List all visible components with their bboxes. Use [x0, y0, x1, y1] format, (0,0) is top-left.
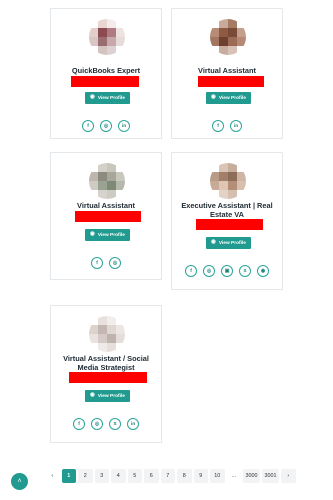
facebook-icon[interactable]: f [91, 257, 103, 269]
page-link[interactable]: 3001 [262, 469, 279, 483]
instagram-icon[interactable]: ◎ [109, 257, 121, 269]
social-links: f ◎ ▣ S ◉ [172, 265, 282, 277]
linkedin-icon[interactable]: in [118, 120, 130, 132]
view-profile-label: View Profile [218, 95, 246, 101]
social-links: f ◎ S in [51, 418, 161, 430]
profile-title: Virtual Assistant / Social Media Strateg… [63, 354, 149, 372]
pagination-prev[interactable]: ‹ [45, 469, 60, 483]
view-profile-label: View Profile [97, 232, 125, 238]
redacted-name [71, 76, 139, 87]
eye-icon: ◉ [211, 94, 216, 101]
skype-icon[interactable]: S [109, 418, 121, 430]
profile-card: QuickBooks Expert ◉ View Profile f ◎ in [50, 8, 162, 139]
view-profile-button[interactable]: ◉ View Profile [85, 390, 130, 402]
page-link[interactable]: 1 [61, 469, 76, 483]
skype-icon[interactable]: S [239, 265, 251, 277]
profile-card: Virtual Assistant / Social Media Strateg… [50, 305, 162, 443]
instagram-icon[interactable]: ◎ [91, 418, 103, 430]
profile-card: Virtual Assistant ◉ View Profile f ◎ [50, 152, 162, 280]
avatar[interactable] [89, 316, 125, 352]
view-profile-button[interactable]: ◉ View Profile [206, 237, 251, 249]
view-profile-label: View Profile [218, 240, 246, 246]
facebook-icon[interactable]: f [73, 418, 85, 430]
page-link[interactable]: 7 [160, 469, 175, 483]
redacted-name [198, 76, 264, 87]
page-link[interactable]: 3000 [243, 469, 260, 483]
page-link[interactable]: 5 [127, 469, 142, 483]
profile-card: Executive Assistant | Real Estate VA ◉ V… [171, 152, 283, 290]
avatar[interactable] [210, 163, 246, 199]
redacted-name [69, 372, 147, 383]
social-links: f ◎ in [51, 120, 161, 132]
avatar[interactable] [89, 163, 125, 199]
website-icon[interactable]: ◉ [257, 265, 269, 277]
profile-title: Virtual Assistant [77, 201, 135, 210]
instagram-icon[interactable]: ◎ [203, 265, 215, 277]
page-link[interactable]: 8 [177, 469, 192, 483]
profile-title: Virtual Assistant [198, 66, 256, 75]
profile-title: QuickBooks Expert [71, 66, 141, 75]
profile-title: Executive Assistant | Real Estate VA [181, 201, 273, 219]
pagination-ellipsis: ... [231, 473, 237, 479]
page-link[interactable]: 4 [111, 469, 126, 483]
page-link[interactable]: 2 [78, 469, 93, 483]
chevron-up-icon: ˄ [17, 478, 22, 485]
social-links: f in [172, 120, 282, 132]
page-link[interactable]: 10 [210, 469, 225, 483]
pagination: ‹ 1 2 3 4 5 6 7 8 9 10 ... 3000 3001 › [45, 469, 296, 483]
view-profile-label: View Profile [97, 95, 125, 101]
avatar[interactable] [89, 19, 125, 55]
scroll-to-top-button[interactable]: ˄ [11, 473, 28, 490]
pagination-next[interactable]: › [281, 469, 296, 483]
page-link[interactable]: 3 [94, 469, 109, 483]
instagram-icon[interactable]: ◎ [100, 120, 112, 132]
linkedin-square-icon[interactable]: ▣ [221, 265, 233, 277]
avatar[interactable] [210, 19, 246, 55]
eye-icon: ◉ [90, 231, 95, 238]
redacted-name [196, 219, 263, 230]
eye-icon: ◉ [90, 392, 95, 399]
facebook-icon[interactable]: f [212, 120, 224, 132]
page-link[interactable]: 9 [193, 469, 208, 483]
social-links: f ◎ [51, 257, 161, 269]
redacted-name [75, 211, 141, 222]
linkedin-icon[interactable]: in [127, 418, 139, 430]
linkedin-icon[interactable]: in [230, 120, 242, 132]
eye-icon: ◉ [90, 94, 95, 101]
eye-icon: ◉ [211, 239, 216, 246]
view-profile-button[interactable]: ◉ View Profile [85, 92, 130, 104]
view-profile-button[interactable]: ◉ View Profile [206, 92, 251, 104]
view-profile-label: View Profile [97, 393, 125, 399]
page-link[interactable]: 6 [144, 469, 159, 483]
view-profile-button[interactable]: ◉ View Profile [85, 229, 130, 241]
facebook-icon[interactable]: f [82, 120, 94, 132]
profile-card: Virtual Assistant ◉ View Profile f in [171, 8, 283, 139]
facebook-icon[interactable]: f [185, 265, 197, 277]
